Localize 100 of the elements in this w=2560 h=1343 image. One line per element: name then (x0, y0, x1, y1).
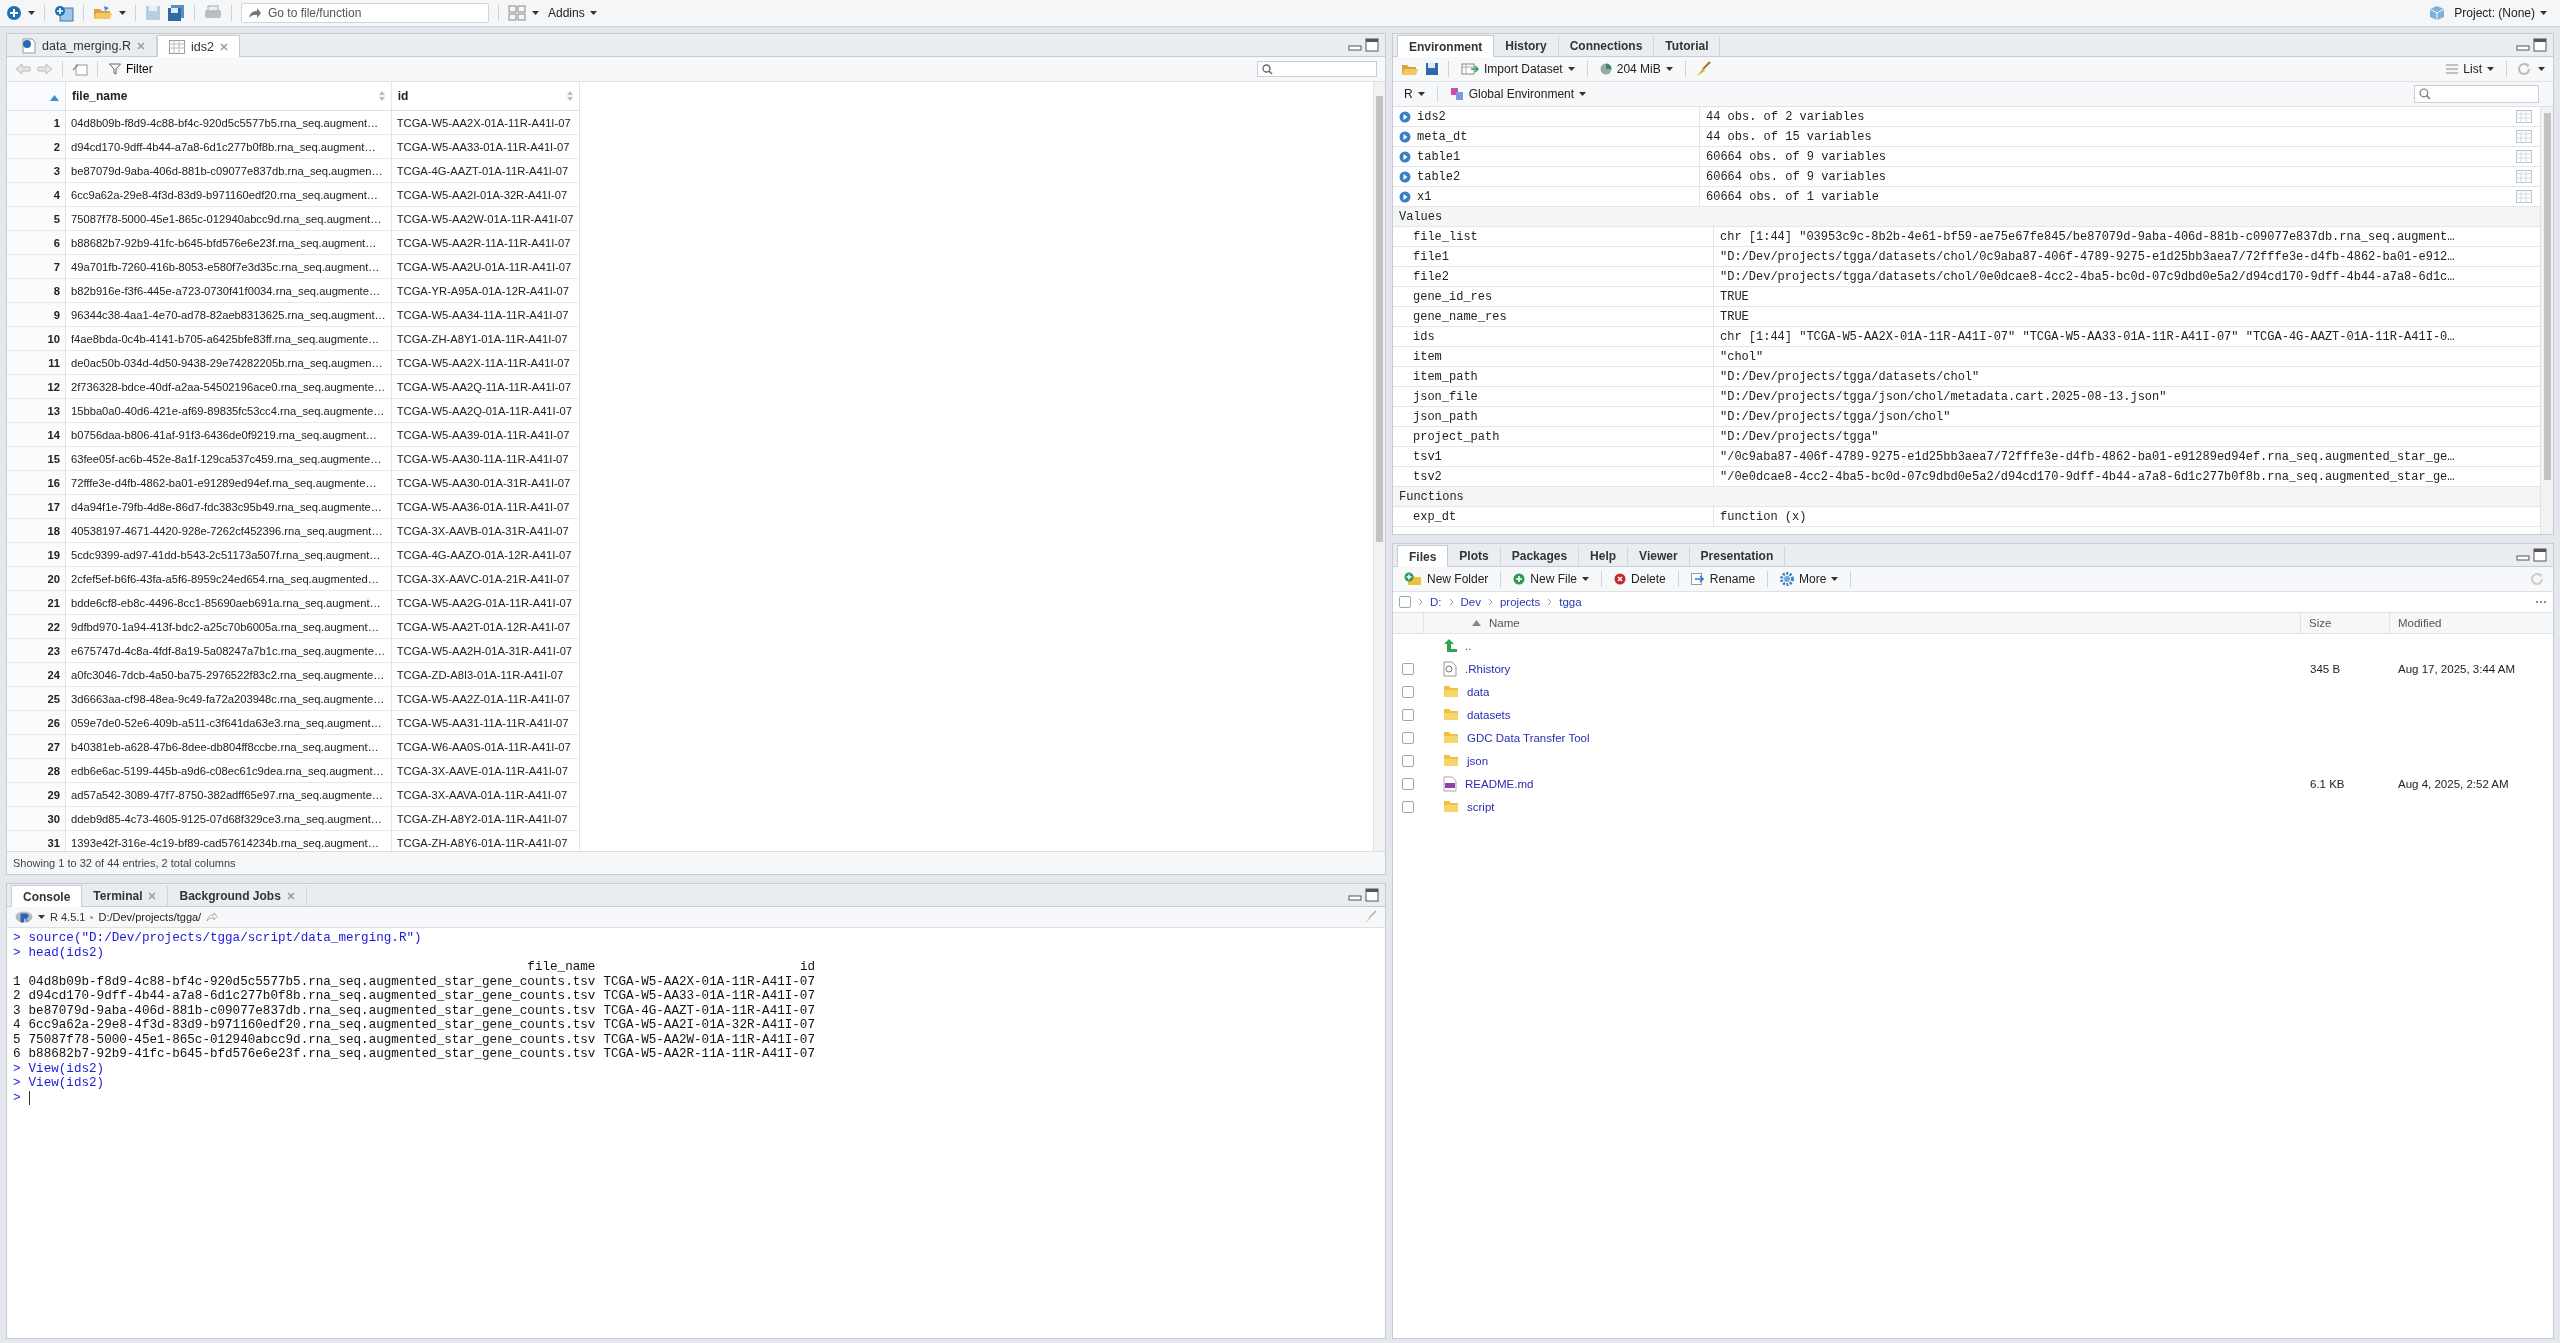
new-project-icon[interactable] (54, 4, 74, 22)
expand-icon[interactable] (1399, 190, 1411, 203)
memory-usage-button[interactable]: 204 MiB (1596, 61, 1676, 77)
files-tab[interactable]: Plots (1448, 546, 1501, 566)
editor-tab[interactable]: data_merging.R (11, 36, 157, 56)
column-header[interactable]: Size (2300, 613, 2389, 633)
addins-menu[interactable]: Addins (545, 5, 600, 21)
environment-tab[interactable]: Tutorial (1654, 36, 1721, 56)
refresh-icon[interactable] (2516, 61, 2532, 77)
checkbox[interactable] (1402, 708, 1414, 721)
forward-icon[interactable] (37, 63, 53, 75)
file-link[interactable]: json (1467, 754, 1489, 767)
view-mode-button[interactable]: List (2443, 61, 2497, 77)
maximize-icon[interactable] (2533, 548, 2547, 562)
open-folder-icon[interactable] (93, 5, 113, 21)
project-menu[interactable]: Project: (None) (2451, 5, 2550, 21)
console-tab[interactable]: Terminal (82, 886, 169, 906)
broom-icon[interactable] (1694, 61, 1711, 77)
close-icon[interactable] (286, 892, 295, 900)
save-all-icon[interactable] (167, 4, 185, 22)
breadcrumb-link[interactable]: tgga (1559, 596, 1582, 608)
table-icon[interactable] (2516, 150, 2532, 163)
console-tab[interactable]: Console (11, 885, 83, 907)
file-link[interactable]: data (1467, 685, 1490, 698)
breadcrumb-link[interactable]: D: (1430, 596, 1442, 608)
ellipsis-icon (2535, 600, 2547, 604)
refresh-icon[interactable] (2529, 571, 2545, 587)
caret-icon (1579, 91, 1587, 97)
file-action-button[interactable]: New File (1510, 571, 1593, 587)
column-header[interactable]: Modified (2389, 613, 2553, 633)
maximize-icon[interactable] (1365, 38, 1379, 52)
table-icon[interactable] (2516, 130, 2532, 143)
expand-icon[interactable] (1399, 170, 1411, 183)
checkbox[interactable] (1402, 731, 1414, 744)
search-field[interactable] (2414, 85, 2539, 103)
search-field[interactable] (1257, 61, 1377, 77)
checkbox[interactable] (1402, 777, 1414, 790)
maximize-icon[interactable] (2533, 38, 2547, 52)
files-tab[interactable]: Presentation (1689, 546, 1786, 566)
up-arrow-icon (1443, 638, 1457, 653)
more-icon[interactable] (2535, 600, 2547, 604)
checkbox[interactable] (1402, 754, 1414, 767)
breadcrumb-link[interactable]: Dev (1460, 596, 1481, 608)
console-tab[interactable]: Background Jobs (168, 886, 307, 906)
popout-icon[interactable] (72, 62, 88, 76)
table-icon[interactable] (2516, 170, 2532, 183)
close-icon[interactable] (148, 892, 157, 900)
open-folder-icon[interactable] (1401, 62, 1419, 76)
checkbox[interactable] (1402, 800, 1414, 813)
expand-icon[interactable] (1399, 110, 1411, 123)
files-tab[interactable]: Help (1579, 546, 1629, 566)
close-icon[interactable] (136, 42, 145, 50)
files-tab[interactable]: Viewer (1628, 546, 1690, 566)
files-tab[interactable]: Files (1397, 545, 1449, 567)
file-action-button[interactable]: Delete (1611, 571, 1669, 587)
file-link[interactable]: README.md (1465, 777, 1534, 790)
r-logo-icon[interactable] (15, 910, 33, 924)
environment-tab[interactable]: Environment (1397, 35, 1495, 57)
close-icon[interactable] (219, 42, 228, 51)
checkbox[interactable] (1399, 596, 1411, 608)
back-icon[interactable] (15, 63, 31, 75)
expand-icon[interactable] (1399, 130, 1411, 143)
scrollbar[interactable] (2540, 107, 2553, 534)
go-to-field[interactable]: Go to file/function (241, 3, 489, 23)
file-link[interactable]: .. (1465, 639, 1472, 652)
environment-tab[interactable]: Connections (1558, 36, 1655, 56)
environment-tab[interactable]: History (1494, 36, 1559, 56)
table-icon[interactable] (2516, 190, 2532, 203)
files-tab[interactable]: Packages (1500, 546, 1580, 566)
save-icon[interactable] (1425, 62, 1439, 76)
print-icon[interactable] (204, 5, 222, 21)
project-cube-icon (2429, 5, 2446, 21)
file-action-button[interactable]: Rename (1687, 571, 1759, 587)
new-file-icon[interactable] (6, 5, 22, 21)
maximize-icon[interactable] (1365, 888, 1379, 902)
broom-icon[interactable] (1363, 910, 1377, 924)
sort-header[interactable] (7, 82, 66, 111)
working-directory[interactable]: D:/Dev/projects/tgga/ (98, 911, 202, 923)
import-dataset-button[interactable]: Import Dataset (1458, 61, 1578, 77)
file-link[interactable]: GDC Data Transfer Tool (1467, 731, 1590, 744)
editor-tab[interactable]: ids2 (156, 35, 240, 57)
expand-icon[interactable] (1399, 150, 1411, 163)
go-arrow-icon[interactable] (206, 912, 219, 922)
table-icon[interactable] (2516, 110, 2532, 123)
scrollbar[interactable] (1373, 82, 1385, 851)
file-link[interactable]: script (1467, 800, 1495, 813)
column-header[interactable]: id (391, 82, 580, 111)
breadcrumb-link[interactable]: projects (1499, 596, 1541, 608)
file-link[interactable]: datasets (1467, 708, 1511, 721)
column-header[interactable]: file_name (65, 82, 392, 111)
file-link[interactable]: .Rhistory (1465, 662, 1511, 675)
file-action-button[interactable]: New Folder (1401, 571, 1492, 587)
language-menu[interactable]: R (1401, 86, 1428, 102)
checkbox[interactable] (1402, 685, 1414, 698)
filter-button[interactable]: Filter (107, 62, 155, 76)
column-header[interactable]: Name (1423, 613, 2300, 633)
checkbox[interactable] (1402, 662, 1414, 675)
environment-menu[interactable]: Global Environment (1446, 86, 1590, 102)
grid-icon[interactable] (508, 5, 526, 21)
file-action-button[interactable]: More (1777, 571, 1842, 587)
